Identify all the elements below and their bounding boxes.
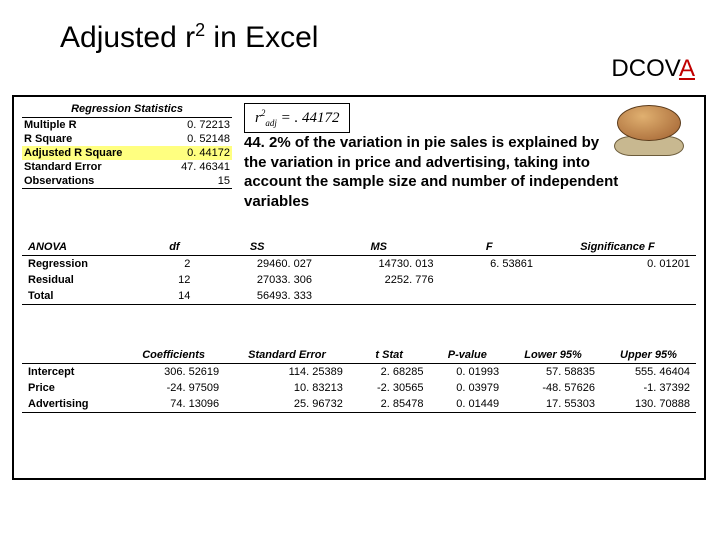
cell: 2 [152,256,196,273]
anova-header: F [440,239,539,256]
title-sup: 2 [195,20,205,40]
cell: 14730. 013 [318,256,440,273]
cell: Total [22,288,152,305]
anova-header: Significance F [539,239,696,256]
reg-stat-label: Observations [24,175,94,187]
cell: 114. 25389 [225,364,349,381]
cell [539,288,696,305]
coef-header: Lower 95% [505,347,601,364]
cell: Regression [22,256,152,273]
cell: 130. 70888 [601,396,696,413]
coef-header: Coefficients [122,347,225,364]
cell: 12 [152,272,196,288]
cell: -24. 97509 [122,380,225,396]
coef-header: Standard Error [225,347,349,364]
dcova-label: DCOVA [611,55,695,83]
cell: 2. 85478 [349,396,430,413]
cell: -48. 57626 [505,380,601,396]
reg-stat-row: Standard Error 47. 46341 [22,160,232,174]
formula-eq: = . 44172 [277,110,340,126]
coefficients-table: Coefficients Standard Error t Stat P-val… [22,347,696,413]
table-row: Price-24. 9750910. 83213-2. 305650. 0397… [22,380,696,396]
cell: 0. 01993 [430,364,506,381]
reg-stat-row: Observations 15 [22,174,232,189]
cell: Advertising [22,396,122,413]
cell [440,272,539,288]
cell: 56493. 333 [196,288,318,305]
anova-table: ANOVA df SS MS F Significance F Regressi… [22,239,696,305]
cell: Intercept [22,364,122,381]
pie-illustration [614,103,684,158]
reg-stat-label: Multiple R [24,119,77,131]
explanation-text: 44. 2% of the variation in pie sales is … [244,133,624,211]
pie-top-icon [617,105,681,141]
reg-stat-value: 0. 72213 [187,119,230,131]
reg-stat-value: 15 [218,175,230,187]
reg-stat-row-highlight: Adjusted R Square 0. 44172 [22,146,232,160]
formula-sub: adj [265,118,277,128]
table-row: Advertising74. 1309625. 967322. 854780. … [22,396,696,413]
regression-stats-block: Regression Statistics Multiple R 0. 72213… [22,101,232,189]
cell: 10. 83213 [225,380,349,396]
cell: 14 [152,288,196,305]
table-row: Regression229460. 02714730. 0136. 538610… [22,256,696,273]
coef-header: t Stat [349,347,430,364]
cell: 0. 03979 [430,380,506,396]
reg-stats-header: Regression Statistics [22,101,232,118]
anova-header: df [152,239,196,256]
cell: Residual [22,272,152,288]
dcova-prefix: DCOV [611,55,679,82]
cell: Price [22,380,122,396]
formula-sup: 2 [261,108,266,118]
cell: -1. 37392 [601,380,696,396]
anova-header: ANOVA [22,239,152,256]
cell: -2. 30565 [349,380,430,396]
formula-box: r2adj = . 44172 [244,103,350,133]
cell: 306. 52619 [122,364,225,381]
coef-header: P-value [430,347,506,364]
table-row: Total1456493. 333 [22,288,696,305]
title-suffix: in Excel [205,21,318,54]
reg-stat-label: Standard Error [24,161,102,173]
title-prefix: Adjusted r [60,21,195,54]
cell: 0. 01201 [539,256,696,273]
cell: 25. 96732 [225,396,349,413]
cell [539,272,696,288]
dcova-a: A [679,55,695,82]
reg-stat-label: Adjusted R Square [24,147,122,159]
table-row: Intercept306. 52619114. 253892. 682850. … [22,364,696,381]
reg-stat-value: 0. 52148 [187,133,230,145]
anova-header: SS [196,239,318,256]
reg-stat-value: 47. 46341 [181,161,230,173]
page-title: Adjusted r2 in Excel [60,20,318,55]
reg-stat-label: R Square [24,133,72,145]
anova-header: MS [318,239,440,256]
cell: 6. 53861 [440,256,539,273]
cell: 17. 55303 [505,396,601,413]
cell: 555. 46404 [601,364,696,381]
cell: 2. 68285 [349,364,430,381]
coef-header: Upper 95% [601,347,696,364]
reg-stat-row: R Square 0. 52148 [22,132,232,146]
cell: 29460. 027 [196,256,318,273]
coef-header [22,347,122,364]
cell: 57. 58835 [505,364,601,381]
cell: 2252. 776 [318,272,440,288]
cell [318,288,440,305]
cell: 27033. 306 [196,272,318,288]
reg-stat-value: 0. 44172 [187,147,230,159]
reg-stat-row: Multiple R 0. 72213 [22,118,232,132]
content-frame: Regression Statistics Multiple R 0. 72213… [12,95,706,480]
cell: 0. 01449 [430,396,506,413]
cell [440,288,539,305]
cell: 74. 13096 [122,396,225,413]
table-row: Residual1227033. 3062252. 776 [22,272,696,288]
